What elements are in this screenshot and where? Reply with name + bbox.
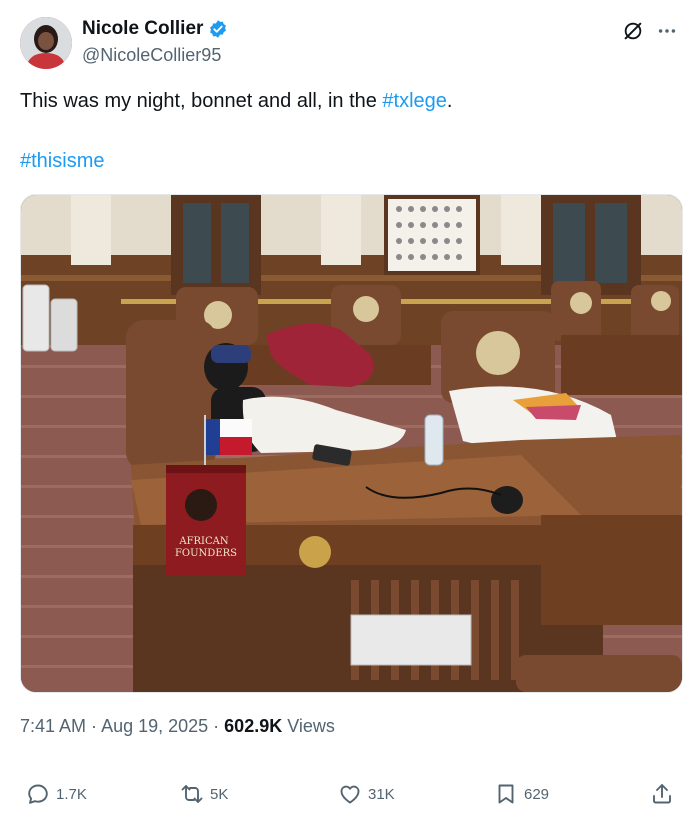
meta-separator: · xyxy=(208,716,225,736)
reply-button[interactable]: 1.7K xyxy=(26,782,87,806)
action-bar: 1.7K 5K 31K 629 xyxy=(0,782,700,812)
bookmark-button[interactable]: 629 xyxy=(494,782,549,806)
like-button[interactable]: 31K xyxy=(338,782,395,806)
author-handle[interactable]: @NicoleCollier95 xyxy=(82,45,221,66)
share-icon xyxy=(653,784,671,804)
author-name-row[interactable]: Nicole Collier xyxy=(82,18,228,40)
hashtag-txlege[interactable]: #txlege xyxy=(382,90,447,112)
views-label: Views xyxy=(282,716,335,736)
verified-badge-icon xyxy=(210,20,227,38)
reply-icon xyxy=(28,784,48,804)
photo-illustration: AFRICAN FOUNDERS xyxy=(21,195,682,692)
tweet-photo[interactable]: AFRICAN FOUNDERS xyxy=(20,194,683,693)
tweet-text-prefix: This was my night, bonnet and all, in th… xyxy=(20,90,383,112)
grok-icon[interactable] xyxy=(622,20,644,42)
hashtag-thisisme[interactable]: #thisisme xyxy=(20,150,104,172)
meta-separator: · xyxy=(86,716,102,736)
tweet-meta: 7:41 AM · Aug 19, 2025 · 602.9K Views xyxy=(20,716,335,737)
display-name[interactable]: Nicole Collier xyxy=(82,18,203,40)
tweet-date[interactable]: Aug 19, 2025 xyxy=(101,716,208,736)
tweet-time[interactable]: 7:41 AM xyxy=(20,716,86,736)
more-icon[interactable] xyxy=(656,20,678,42)
bookmark-icon xyxy=(498,784,514,804)
book-title-line2: FOUNDERS xyxy=(175,548,237,559)
like-icon xyxy=(340,785,360,804)
repost-button[interactable]: 5K xyxy=(180,782,228,806)
repost-count: 5K xyxy=(210,785,229,803)
repost-icon xyxy=(181,785,203,803)
tweet-hashtag-line: #thisisme xyxy=(20,150,104,173)
book-title-line1: AFRICAN xyxy=(178,536,229,547)
like-count: 31K xyxy=(368,785,395,803)
bookmark-count: 629 xyxy=(524,785,550,803)
reply-count: 1.7K xyxy=(56,785,87,803)
tweet-text: This was my night, bonnet and all, in th… xyxy=(20,90,452,113)
avatar-portrait xyxy=(20,17,72,69)
avatar[interactable] xyxy=(20,17,72,69)
share-button[interactable] xyxy=(650,782,674,806)
tweet-text-suffix: . xyxy=(446,90,453,112)
views-count: 602.9K xyxy=(224,716,283,736)
